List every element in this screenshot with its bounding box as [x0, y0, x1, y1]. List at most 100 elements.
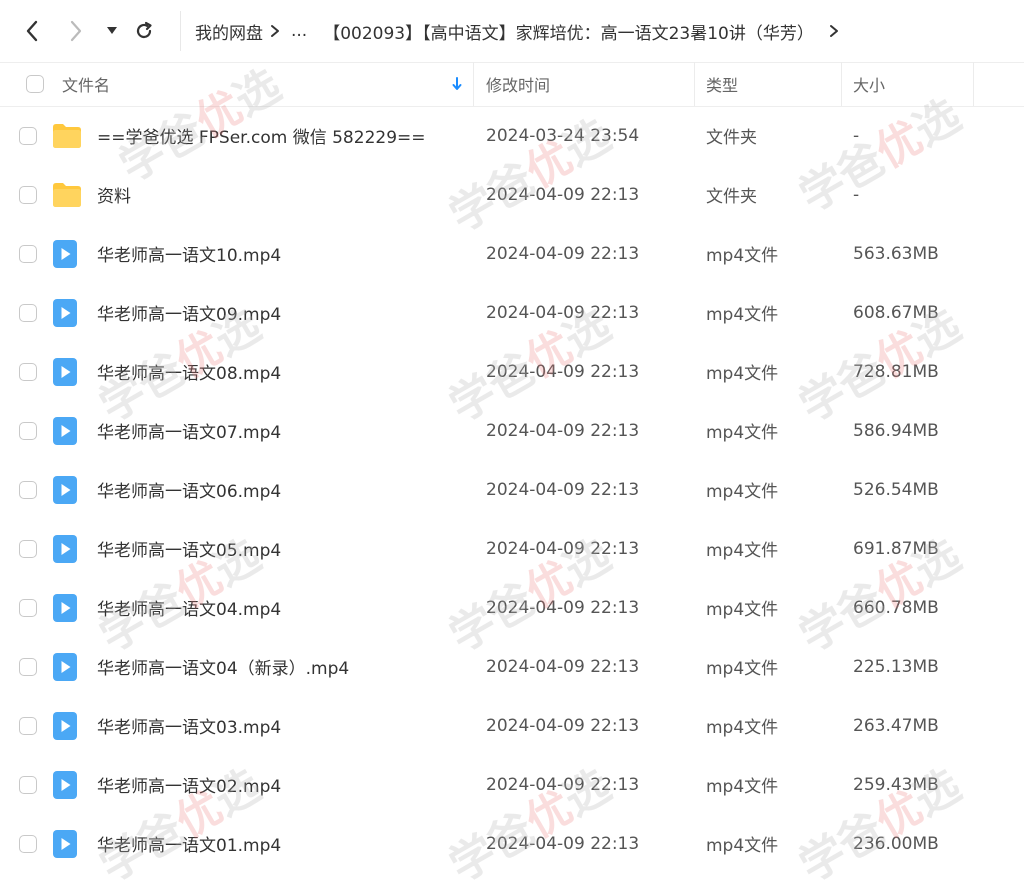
file-row[interactable]: 华老师高一语文02.mp4 2024-04-09 22:13 mp4文件 259…	[0, 755, 1024, 814]
nav-divider	[180, 11, 181, 51]
file-name[interactable]: 华老师高一语文01.mp4	[97, 814, 281, 873]
row-checkbox[interactable]	[19, 539, 37, 558]
history-dropdown-button[interactable]	[98, 0, 126, 62]
file-name[interactable]: 华老师高一语文03.mp4	[97, 696, 281, 755]
video-file-icon	[53, 652, 77, 681]
file-name[interactable]: 资料	[97, 165, 131, 224]
row-checkbox[interactable]	[19, 126, 37, 145]
file-modified-time: 2024-04-09 22:13	[486, 420, 640, 441]
row-checkbox[interactable]	[19, 657, 37, 676]
file-name[interactable]: ==学爸优选 FPSer.com 微信 582229==	[97, 106, 426, 165]
row-checkbox[interactable]	[19, 185, 37, 204]
row-checkbox[interactable]	[19, 598, 37, 617]
file-modified-time: 2024-04-09 22:13	[486, 243, 640, 264]
breadcrumb-ellipsis[interactable]: ...	[287, 21, 311, 41]
select-all-checkbox[interactable]	[26, 75, 44, 93]
file-type: mp4文件	[706, 541, 779, 561]
row-checkbox[interactable]	[19, 362, 37, 381]
file-name[interactable]: 华老师高一语文06.mp4	[97, 460, 281, 519]
file-size: -	[853, 184, 860, 205]
column-divider[interactable]	[841, 62, 842, 106]
file-size: 608.67MB	[853, 302, 939, 323]
column-divider[interactable]	[973, 62, 974, 106]
breadcrumb-root[interactable]: 我的网盘	[195, 19, 263, 44]
file-row[interactable]: 华老师高一语文03.mp4 2024-04-09 22:13 mp4文件 263…	[0, 696, 1024, 755]
video-file-icon	[53, 239, 77, 268]
file-type: mp4文件	[706, 718, 779, 738]
column-header-name[interactable]: 文件名	[62, 62, 110, 106]
column-header-type[interactable]: 类型	[706, 62, 738, 106]
file-name[interactable]: 华老师高一语文02.mp4	[97, 755, 281, 814]
file-row[interactable]: 华老师高一语文10.mp4 2024-04-09 22:13 mp4文件 563…	[0, 224, 1024, 283]
chevron-left-icon	[26, 20, 38, 42]
file-name[interactable]: 华老师高一语文08.mp4	[97, 342, 281, 401]
breadcrumb-arrow-icon[interactable]	[822, 24, 846, 38]
file-size: 728.81MB	[853, 361, 939, 382]
video-file-icon	[53, 829, 77, 858]
file-name[interactable]: 华老师高一语文10.mp4	[97, 224, 281, 283]
breadcrumb-current[interactable]: 【002093】【高中语文】家辉培优：高一语文23暑10讲（华芳）	[323, 19, 814, 44]
refresh-button[interactable]	[126, 0, 162, 62]
file-name[interactable]: 华老师高一语文04（新录）.mp4	[97, 637, 349, 696]
video-file-icon	[53, 593, 77, 622]
file-modified-time: 2024-04-09 22:13	[486, 597, 640, 618]
row-checkbox[interactable]	[19, 303, 37, 322]
file-modified-time: 2024-04-09 22:13	[486, 538, 640, 559]
file-modified-time: 2024-04-09 22:13	[486, 302, 640, 323]
row-checkbox[interactable]	[19, 421, 37, 440]
row-checkbox[interactable]	[19, 480, 37, 499]
row-checkbox[interactable]	[19, 716, 37, 735]
column-header-modified[interactable]: 修改时间	[486, 62, 550, 106]
file-size: -	[853, 125, 860, 146]
row-checkbox[interactable]	[19, 834, 37, 853]
file-row[interactable]: ==学爸优选 FPSer.com 微信 582229== 2024-03-24 …	[0, 106, 1024, 165]
column-header-size[interactable]: 大小	[853, 62, 885, 106]
row-checkbox[interactable]	[19, 244, 37, 263]
breadcrumb-arrow-icon	[263, 24, 287, 38]
file-row[interactable]: 华老师高一语文04（新录）.mp4 2024-04-09 22:13 mp4文件…	[0, 637, 1024, 696]
file-row[interactable]: 华老师高一语文07.mp4 2024-04-09 22:13 mp4文件 586…	[0, 401, 1024, 460]
file-row[interactable]: 华老师高一语文05.mp4 2024-04-09 22:13 mp4文件 691…	[0, 519, 1024, 578]
file-name[interactable]: 华老师高一语文05.mp4	[97, 519, 281, 578]
column-divider[interactable]	[694, 62, 695, 106]
row-checkbox[interactable]	[19, 775, 37, 794]
breadcrumb: 我的网盘 ... 【002093】【高中语文】家辉培优：高一语文23暑10讲（华…	[195, 19, 846, 44]
file-size: 259.43MB	[853, 774, 939, 795]
file-type: mp4文件	[706, 600, 779, 620]
sort-down-arrow-icon[interactable]	[452, 62, 462, 106]
forward-button[interactable]	[54, 0, 98, 62]
file-row[interactable]: 华老师高一语文04.mp4 2024-04-09 22:13 mp4文件 660…	[0, 578, 1024, 637]
folder-icon	[53, 123, 81, 148]
navigation-bar: 我的网盘 ... 【002093】【高中语文】家辉培优：高一语文23暑10讲（华…	[0, 0, 1024, 63]
file-type: 文件夹	[706, 187, 757, 207]
file-modified-time: 2024-03-24 23:54	[486, 125, 640, 146]
file-name[interactable]: 华老师高一语文07.mp4	[97, 401, 281, 460]
file-row[interactable]: 华老师高一语文09.mp4 2024-04-09 22:13 mp4文件 608…	[0, 283, 1024, 342]
video-file-icon	[53, 357, 77, 386]
file-type: mp4文件	[706, 659, 779, 679]
file-name[interactable]: 华老师高一语文09.mp4	[97, 283, 281, 342]
video-file-icon	[53, 298, 77, 327]
file-modified-time: 2024-04-09 22:13	[486, 656, 640, 677]
video-file-icon	[53, 534, 77, 563]
file-size: 563.63MB	[853, 243, 939, 264]
file-type: mp4文件	[706, 836, 779, 856]
file-row[interactable]: 华老师高一语文08.mp4 2024-04-09 22:13 mp4文件 728…	[0, 342, 1024, 401]
file-manager-window: 我的网盘 ... 【002093】【高中语文】家辉培优：高一语文23暑10讲（华…	[0, 0, 1024, 895]
file-modified-time: 2024-04-09 22:13	[486, 361, 640, 382]
back-button[interactable]	[10, 0, 54, 62]
column-divider[interactable]	[473, 62, 474, 106]
file-modified-time: 2024-04-09 22:13	[486, 184, 640, 205]
file-size: 526.54MB	[853, 479, 939, 500]
file-modified-time: 2024-04-09 22:13	[486, 479, 640, 500]
file-row[interactable]: 资料 2024-04-09 22:13 文件夹 -	[0, 165, 1024, 224]
video-file-icon	[53, 416, 77, 445]
file-type: 文件夹	[706, 128, 757, 148]
file-name[interactable]: 华老师高一语文04.mp4	[97, 578, 281, 637]
file-row[interactable]: 华老师高一语文01.mp4 2024-04-09 22:13 mp4文件 236…	[0, 814, 1024, 873]
file-list: ==学爸优选 FPSer.com 微信 582229== 2024-03-24 …	[0, 106, 1024, 873]
column-header: 文件名 修改时间 类型 大小	[0, 62, 1024, 107]
file-size: 691.87MB	[853, 538, 939, 559]
file-row[interactable]: 华老师高一语文06.mp4 2024-04-09 22:13 mp4文件 526…	[0, 460, 1024, 519]
refresh-icon	[136, 21, 152, 39]
